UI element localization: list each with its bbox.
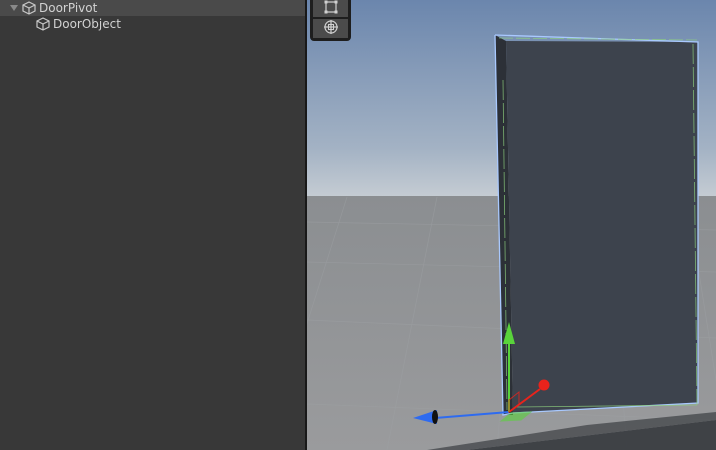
door-face	[506, 41, 698, 413]
unity-editor-window: DoorPivot DoorObject	[0, 0, 716, 450]
rect-tool-button[interactable]	[313, 0, 348, 17]
expand-arrow-icon[interactable]	[9, 0, 19, 16]
rect-tool-icon	[324, 0, 338, 18]
hierarchy-item-label: DoorPivot	[39, 1, 98, 15]
hierarchy-panel: DoorPivot DoorObject	[0, 0, 305, 450]
scene-view[interactable]	[307, 0, 716, 450]
transform-tool-button[interactable]	[313, 19, 348, 38]
transform-tool-icon	[323, 19, 339, 39]
hierarchy-item-label: DoorObject	[53, 17, 121, 31]
gizmo-x-handle[interactable]	[538, 379, 550, 391]
hierarchy-item-doorobject[interactable]: DoorObject	[0, 16, 305, 32]
scene-tools-overlay	[310, 0, 351, 41]
hierarchy-item-doorpivot[interactable]: DoorPivot	[0, 0, 305, 16]
gameobject-cube-icon	[35, 16, 51, 32]
gameobject-cube-icon	[21, 0, 37, 16]
